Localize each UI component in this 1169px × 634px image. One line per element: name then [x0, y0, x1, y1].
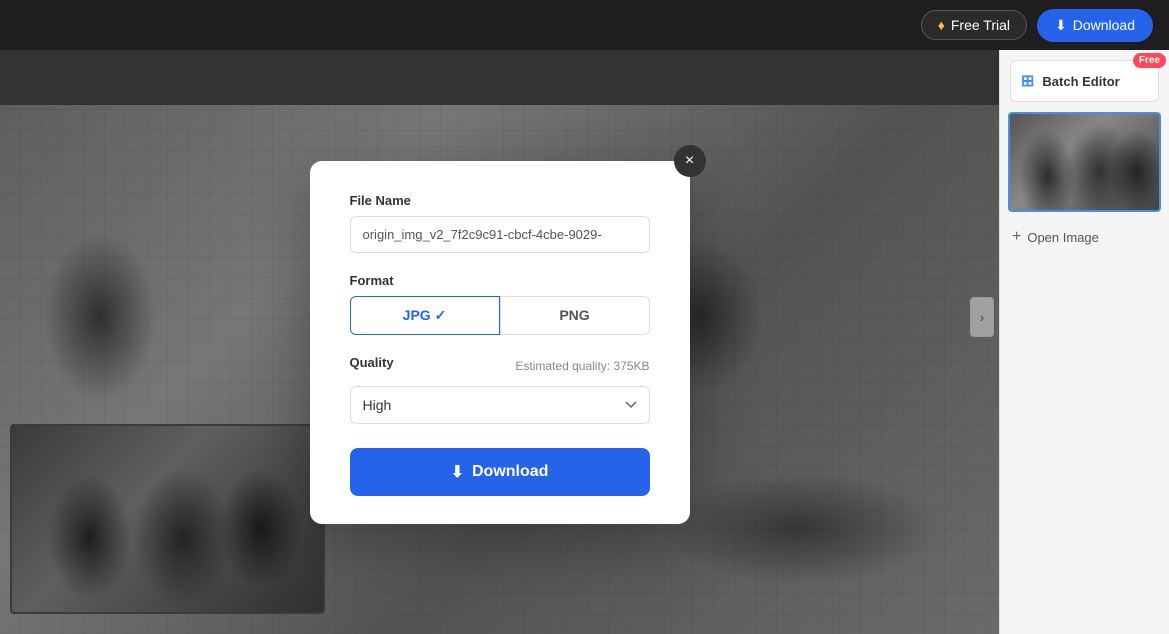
download-arrow-icon: ⬇	[1055, 17, 1067, 34]
file-name-input[interactable]	[350, 216, 650, 253]
quality-section: Quality Estimated quality: 375KB High Me…	[350, 355, 650, 424]
quality-header: Quality Estimated quality: 375KB	[350, 355, 650, 378]
right-sidebar: Free ⊞ Batch Editor + Open Image	[999, 50, 1169, 634]
modal-download-label: Download	[472, 463, 548, 481]
format-label: Format	[350, 273, 650, 288]
plus-icon: +	[1012, 228, 1021, 246]
batch-editor-button[interactable]: Free ⊞ Batch Editor	[1010, 60, 1159, 102]
open-image-button[interactable]: + Open Image	[1000, 220, 1169, 254]
modal-download-button[interactable]: ⬇ Download	[350, 448, 650, 496]
format-section: Format JPG PNG	[350, 273, 650, 335]
file-name-label: File Name	[350, 193, 650, 208]
sidebar-image-thumbnail[interactable]	[1008, 112, 1161, 212]
modal-overlay: × File Name Format JPG PNG Quality Estim…	[0, 50, 999, 634]
free-badge: Free	[1133, 53, 1166, 68]
format-png-button[interactable]: PNG	[500, 296, 650, 335]
open-image-label: Open Image	[1027, 230, 1099, 245]
format-jpg-button[interactable]: JPG	[350, 296, 500, 335]
modal-close-button[interactable]: ×	[674, 145, 706, 177]
header: ♦ Free Trial ⬇ Download	[0, 0, 1169, 50]
download-modal: × File Name Format JPG PNG Quality Estim…	[310, 161, 690, 524]
sidebar-thumbnail-figures	[1010, 114, 1159, 210]
format-button-group: JPG PNG	[350, 296, 650, 335]
quality-label: Quality	[350, 355, 394, 370]
free-trial-button[interactable]: ♦ Free Trial	[921, 10, 1027, 40]
batch-editor-icon: ⊞	[1021, 71, 1034, 91]
batch-editor-label: Batch Editor	[1042, 74, 1119, 89]
header-download-label: Download	[1073, 17, 1135, 33]
header-download-button[interactable]: ⬇ Download	[1037, 9, 1153, 42]
close-icon: ×	[685, 152, 694, 170]
quality-select[interactable]: High Medium Low	[350, 386, 650, 424]
diamond-icon: ♦	[938, 17, 945, 33]
free-trial-label: Free Trial	[951, 17, 1010, 33]
estimated-quality-text: Estimated quality: 375KB	[515, 359, 649, 373]
download-icon: ⬇	[451, 462, 464, 482]
